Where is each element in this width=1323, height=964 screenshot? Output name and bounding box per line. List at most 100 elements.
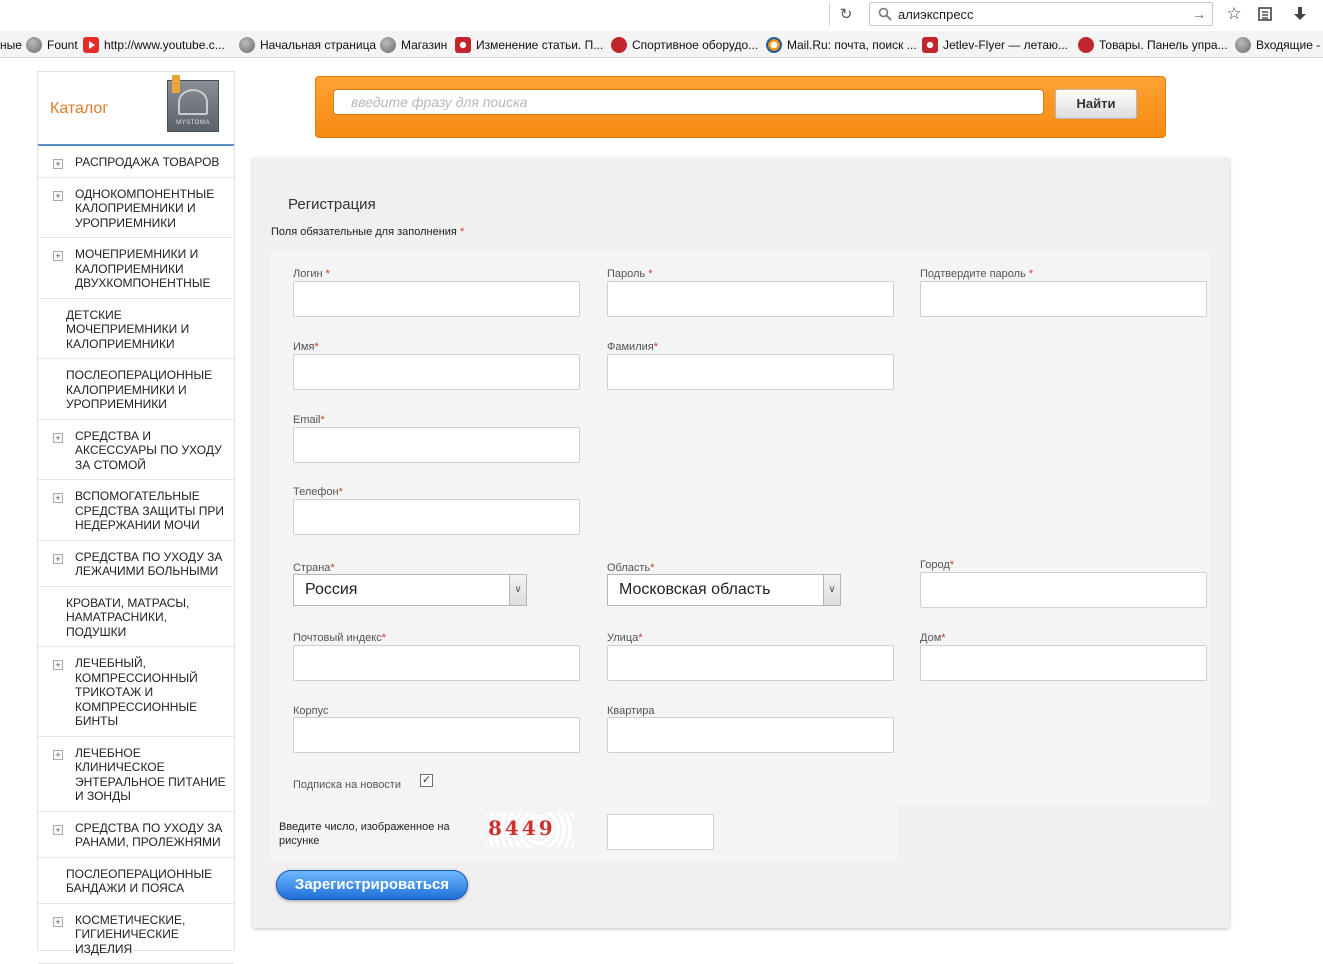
bookmark-item[interactable]: Jetlev-Flyer — летаю... [922,36,1068,54]
register-button[interactable]: Зарегистрироваться [276,870,468,900]
site-search-banner: введите фразу для поиска Найти [315,76,1166,138]
country-select[interactable]: Россия∨ [293,574,527,606]
site-icon [922,37,938,53]
captcha-input[interactable] [607,814,714,850]
bookmark-item[interactable]: http://www.youtube.c... [83,36,225,54]
page-title: Регистрация [288,196,376,213]
catalog-item[interactable]: +СРЕДСТВА ПО УХОДУ ЗА РАНАМИ, ПРОЛЕЖНЯМИ [38,812,234,858]
chevron-down-icon[interactable]: ∨ [823,575,840,605]
login-label: Логин * [293,268,330,280]
password-label: Пароль * [607,268,653,280]
catalog-item[interactable]: +ОДНОКОМПОНЕНТНЫЕ КАЛОПРИЕМНИКИ И УРОПРИ… [38,178,234,239]
expand-plus-icon[interactable]: + [53,660,63,670]
catalog-item[interactable]: +МОЧЕПРИЕМНИКИ И КАЛОПРИЕМНИКИ ДВУХКОМПО… [38,238,234,299]
catalog-item[interactable]: +КОСМЕТИЧЕСКИЕ, ГИГИЕНИЧЕСКИЕ ИЗДЕЛИЯ [38,904,234,964]
site-search-input[interactable]: введите фразу для поиска [333,89,1044,115]
postcode-field[interactable] [293,645,580,681]
password-field[interactable] [607,281,894,317]
reload-icon[interactable]: ↻ [829,2,862,26]
download-icon[interactable] [1290,4,1310,24]
catalog-list: +РАСПРОДАЖА ТОВАРОВ +ОДНОКОМПОНЕНТНЫЕ КА… [38,146,234,964]
catalog-item[interactable]: +ВСПОМОГАТЕЛЬНЫЕ СРЕДСТВА ЗАЩИТЫ ПРИ НЕД… [38,480,234,541]
mail-icon [766,37,782,53]
catalog-item[interactable]: +СРЕДСТВА И АКСЕССУАРЫ ПО УХОДУ ЗА СТОМО… [38,420,234,481]
globe-icon [380,37,396,53]
browser-search-text: алиэкспресс [898,7,974,22]
last-name-field[interactable] [607,354,894,390]
bookmark-item[interactable]: Товары. Панель упра... [1078,36,1228,54]
catalog-item[interactable]: ДЕТСКИЕ МОЧЕПРИЕМНИКИ И КАЛОПРИЕМНИКИ [38,299,234,360]
search-icon [878,7,892,21]
expand-plus-icon[interactable]: + [53,159,63,169]
bookmarks-bar: ные Fount http://www.youtube.c... Началь… [0,31,1323,58]
expand-plus-icon[interactable]: + [53,433,63,443]
bookmark-star-icon[interactable]: ☆ [1224,4,1244,24]
find-button[interactable]: Найти [1055,89,1137,119]
street-label: Улица* [607,632,643,644]
confirm-password-field[interactable] [920,281,1207,317]
youtube-icon [83,37,99,53]
star-icon [1078,37,1094,53]
building-field[interactable] [293,717,580,753]
newsletter-label: Подписка на новости [293,779,401,791]
city-label: Город* [920,559,954,571]
apartment-label: Квартира [607,705,655,717]
globe-icon [26,37,42,53]
expand-plus-icon[interactable]: + [53,251,63,261]
expand-plus-icon[interactable]: + [53,191,63,201]
last-name-label: Фамилия* [607,341,658,353]
expand-plus-icon[interactable]: + [53,750,63,760]
expand-plus-icon[interactable]: + [53,917,63,927]
building-label: Корпус [293,705,328,717]
chevron-down-icon[interactable]: ∨ [509,575,526,605]
first-name-field[interactable] [293,354,580,390]
email-field[interactable] [293,427,580,463]
bookmark-item[interactable]: Спортивное оборудо... [611,36,758,54]
catalog-item[interactable]: +РАСПРОДАЖА ТОВАРОВ [38,146,234,178]
phone-field[interactable] [293,499,580,535]
street-field[interactable] [607,645,894,681]
logo-text: MYSTOMA [168,120,218,126]
region-select[interactable]: Московская область∨ [607,574,841,606]
captcha-image: 8449 [486,813,574,847]
confirm-password-label: Подтвердите пароль * [920,268,1033,280]
logo-ribbon [172,75,180,93]
expand-plus-icon[interactable]: + [53,554,63,564]
bookmark-item[interactable]: Входящие - [1235,36,1320,54]
go-arrow-icon[interactable]: → [1192,6,1206,22]
bookmark-item[interactable]: Изменение статьи. П... [455,36,603,54]
login-field[interactable] [293,281,580,317]
catalog-item[interactable]: ПОСЛЕОПЕРАЦИОННЫЕ КАЛОПРИЕМНИКИ И УРОПРИ… [38,359,234,420]
catalog-item[interactable]: +ЛЕЧЕБНОЕ КЛИНИЧЕСКОЕ ЭНТЕРАЛЬНОЕ ПИТАНИ… [38,737,234,812]
postcode-label: Почтовый индекс* [293,632,386,644]
globe-icon [1235,37,1251,53]
city-field[interactable] [920,572,1207,608]
expand-plus-icon[interactable]: + [53,825,63,835]
catalog-item[interactable]: КРОВАТИ, МАТРАСЫ, НАМАТРАСНИКИ, ПОДУШКИ [38,587,234,648]
phone-label: Телефон* [293,486,343,498]
registration-panel: Регистрация Поля обязательные для заполн… [253,158,1229,928]
star-icon [611,37,627,53]
bookmarks-list-icon[interactable] [1255,4,1275,24]
house-label: Дом* [920,632,946,644]
required-note: Поля обязательные для заполнения * [271,226,464,238]
catalog-item[interactable]: ПОСЛЕОПЕРАЦИОННЫЕ БАНДАЖИ И ПОЯСА [38,858,234,904]
mystoma-logo[interactable]: MYSTOMA [167,80,219,132]
logo-emblem [178,89,208,115]
expand-plus-icon[interactable]: + [53,493,63,503]
browser-search-input[interactable]: алиэкспресс → [869,2,1213,26]
country-label: Страна* [293,562,335,574]
captcha-label: Введите число, изображенное на рисунке [279,820,469,848]
bookmark-item[interactable]: Fount [26,36,78,54]
catalog-item[interactable]: +СРЕДСТВА ПО УХОДУ ЗА ЛЕЖАЧИМИ БОЛЬНЫМИ [38,541,234,587]
bookmark-item[interactable]: ные [0,36,22,54]
apartment-field[interactable] [607,717,894,753]
first-name-label: Имя* [293,341,319,353]
newsletter-checkbox[interactable]: ✓ [420,774,433,787]
catalog-item[interactable]: +ЛЕЧЕБНЫЙ, КОМПРЕССИОННЫЙ ТРИКОТАЖ И КОМ… [38,647,234,737]
bookmark-item[interactable]: Mail.Ru: почта, поиск ... [766,36,917,54]
house-field[interactable] [920,645,1207,681]
bookmark-item[interactable]: Начальная страница [239,36,376,54]
catalog-sidebar: Каталог MYSTOMA +РАСПРОДАЖА ТОВАРОВ +ОДН… [37,71,235,951]
bookmark-item[interactable]: Магазин [380,36,447,54]
